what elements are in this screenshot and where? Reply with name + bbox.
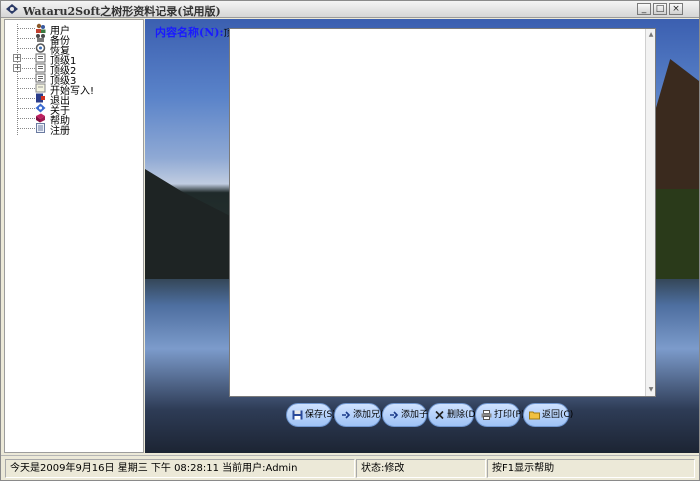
delete-x-icon (435, 410, 444, 420)
maximize-button[interactable]: □ (653, 3, 667, 15)
app-window: Wataru2Soft之树形资料记录(试用版) _ □ × 用户 备份 恢复 +… (0, 0, 700, 481)
status-state: 状态:修改 (356, 459, 486, 478)
backup-icon (36, 34, 45, 42)
folder-icon (35, 53, 46, 63)
tree-item-users[interactable]: 用户 (5, 23, 143, 37)
tree-item-backup[interactable]: 备份 (5, 33, 143, 47)
tree-item-exit[interactable]: 退出 (5, 93, 143, 107)
tree-item-help[interactable]: 帮助 (5, 113, 143, 127)
minimize-button[interactable]: _ (637, 3, 651, 15)
register-icon (36, 123, 45, 133)
vertical-scrollbar[interactable]: ▲ ▼ (645, 29, 655, 396)
printer-icon (481, 410, 492, 420)
expand-plus-icon[interactable]: + (13, 64, 21, 72)
print-label: 打印(P) (494, 410, 525, 420)
save-button[interactable]: 保存(S) (286, 403, 336, 427)
expand-plus-icon[interactable]: + (13, 54, 21, 62)
save-button-label: 保存(S) (305, 410, 336, 420)
tree-item-register[interactable]: 注册 (5, 123, 143, 137)
folder-icon (35, 63, 46, 73)
mountain-silhouette (145, 169, 235, 279)
exit-icon (36, 93, 45, 103)
content-name-label: 内容名称(N): (155, 26, 224, 39)
save-disk-icon (292, 410, 303, 420)
restore-icon (35, 43, 46, 53)
status-help-hint: 按F1显示帮助 (487, 459, 695, 478)
back-button[interactable]: 返回(C) (523, 403, 573, 427)
about-icon (35, 103, 46, 113)
users-icon (36, 23, 46, 33)
add-child-button[interactable]: 添加子(Z) (382, 403, 441, 427)
status-bar: 今天是2009年9月16日 星期三 下午 08:28:11 当前用户:Admin… (1, 455, 699, 480)
write-icon (35, 83, 46, 93)
title-bar: Wataru2Soft之树形资料记录(试用版) _ □ × (1, 1, 699, 18)
delete-button[interactable]: 删除(D) (428, 403, 479, 427)
add-arrow-icon (342, 411, 351, 419)
app-logo-icon (6, 4, 18, 14)
tree-item-start-write[interactable]: 开始写入! (5, 83, 143, 97)
window-title: Wataru2Soft之树形资料记录(试用版) (23, 5, 221, 18)
scroll-down-arrow-icon[interactable]: ▼ (647, 386, 655, 394)
scroll-up-arrow-icon[interactable]: ▲ (647, 31, 655, 39)
tree-item-about[interactable]: 关于 (5, 103, 143, 117)
editor-text (230, 29, 655, 35)
help-book-icon (36, 113, 45, 123)
print-button[interactable]: 打印(P) (475, 403, 524, 427)
navigation-tree: 用户 备份 恢复 + 顶级1 + 顶级2 顶级3 开始写入! 退出 关于 帮助 … (4, 19, 144, 453)
add-sibling-button[interactable]: 添加兄(B) (334, 403, 393, 427)
forest-silhouette (651, 189, 699, 279)
content-editor[interactable]: ▲ ▼ (229, 28, 656, 397)
document-icon (35, 73, 46, 83)
folder-back-icon (529, 411, 540, 420)
add-arrow-icon (390, 411, 399, 419)
back-label: 返回(C) (542, 410, 574, 420)
close-button[interactable]: × (669, 3, 683, 15)
tree-item-label: 注册 (50, 126, 70, 137)
status-datetime-user: 今天是2009年9月16日 星期三 下午 08:28:11 当前用户:Admin (5, 459, 355, 478)
